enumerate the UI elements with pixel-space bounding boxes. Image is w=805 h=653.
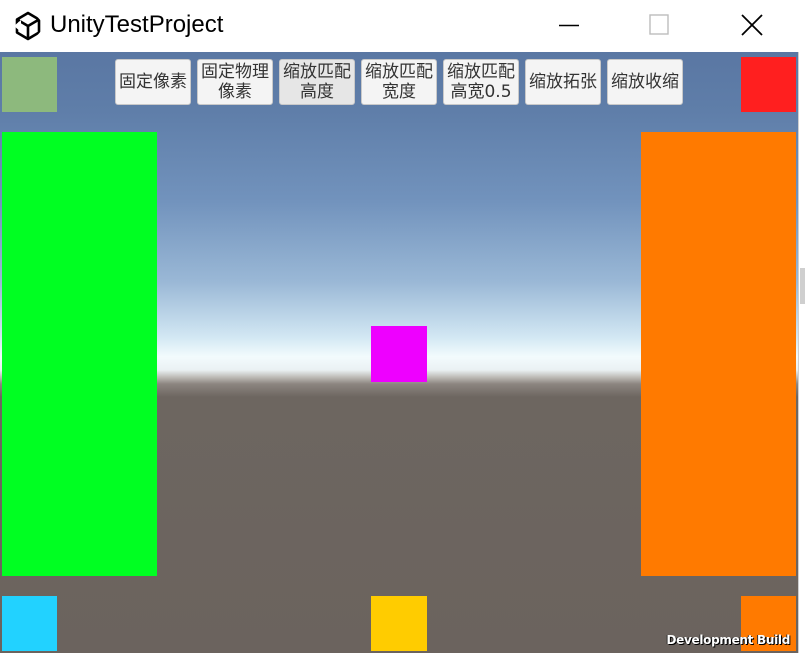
constant-pixel-button[interactable]: 固定像素 <box>115 59 191 105</box>
match-height-button[interactable]: 缩放匹配 高度 <box>279 59 355 105</box>
app-window: UnityTestProject 固定像素 固定物理 像素 缩放匹配 高度 缩放… <box>0 0 805 653</box>
window-border-line <box>798 52 799 653</box>
match-width-button[interactable]: 缩放匹配 宽度 <box>361 59 437 105</box>
unity-logo-icon <box>12 10 44 42</box>
minimize-icon <box>559 24 579 27</box>
left-panel <box>2 132 157 576</box>
right-panel <box>641 132 796 576</box>
button-label-line1: 缩放匹配 <box>365 62 433 82</box>
button-label-line1: 固定物理 <box>201 62 269 82</box>
constant-physical-button[interactable]: 固定物理 像素 <box>197 59 273 105</box>
button-label-line1: 缩放匹配 <box>283 62 351 82</box>
window-right-border <box>798 0 805 653</box>
center-square <box>371 326 427 382</box>
button-label-line2: 宽度 <box>382 82 416 102</box>
close-button[interactable] <box>728 0 774 50</box>
match-half-button[interactable]: 缩放匹配 高宽0.5 <box>443 59 519 105</box>
bottom-center-square <box>371 596 427 651</box>
development-build-label: Development Build <box>666 633 790 647</box>
window-title: UnityTestProject <box>50 11 224 38</box>
game-viewport[interactable]: 固定像素 固定物理 像素 缩放匹配 高度 缩放匹配 宽度 缩放匹配 高宽0.5 … <box>0 52 798 653</box>
minimize-button[interactable] <box>546 0 592 50</box>
bottom-left-square <box>2 596 57 651</box>
background-scrollbar-thumb <box>800 268 805 304</box>
expand-button[interactable]: 缩放拓张 <box>525 59 601 105</box>
button-label-line1: 缩放收缩 <box>611 72 679 92</box>
button-label-line1: 缩放匹配 <box>447 62 515 82</box>
close-icon <box>741 14 763 36</box>
button-label-line1: 固定像素 <box>119 72 187 92</box>
button-label-line2: 高宽0.5 <box>450 82 512 102</box>
shrink-button[interactable]: 缩放收缩 <box>607 59 683 105</box>
scaler-button-bar: 固定像素 固定物理 像素 缩放匹配 高度 缩放匹配 宽度 缩放匹配 高宽0.5 … <box>0 52 798 112</box>
button-label-line2: 像素 <box>218 82 252 102</box>
maximize-button[interactable] <box>636 0 682 50</box>
button-label-line2: 高度 <box>300 82 334 102</box>
maximize-icon <box>649 14 669 35</box>
button-label-line1: 缩放拓张 <box>529 72 597 92</box>
title-bar[interactable]: UnityTestProject <box>0 0 805 52</box>
